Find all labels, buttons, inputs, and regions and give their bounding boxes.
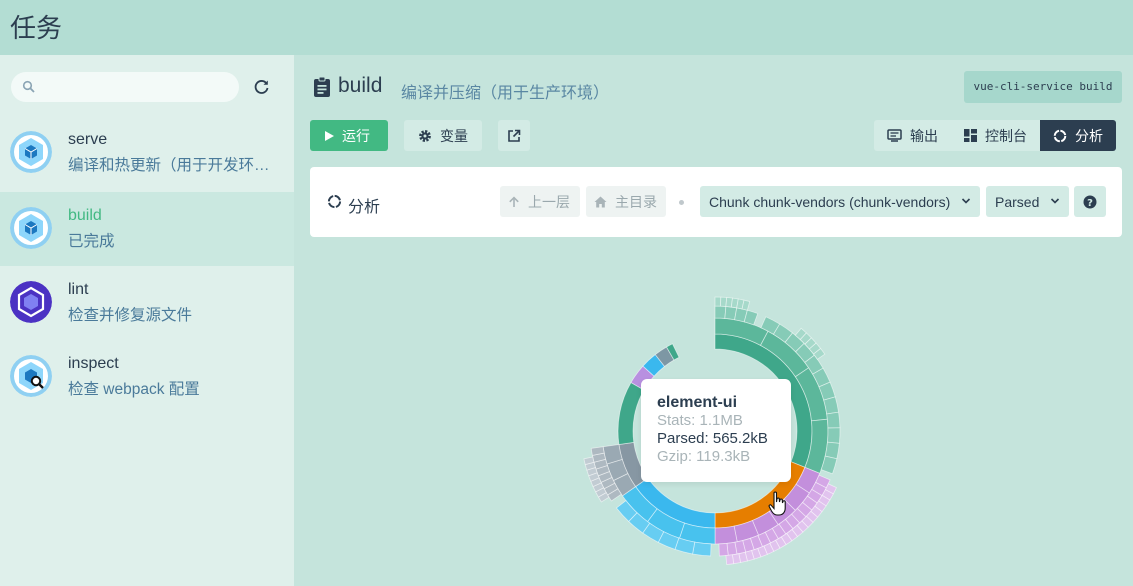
top-bar: 任务 <box>0 0 1133 55</box>
webpack-icon <box>10 207 52 249</box>
sunburst-segment[interactable] <box>826 411 841 429</box>
task-item-inspect[interactable]: inspect 检查 webpack 配置 <box>0 340 294 414</box>
search-input[interactable] <box>11 72 239 102</box>
main-content: build 编译并压缩（用于生产环境） vue-cli-service buil… <box>294 55 1133 586</box>
tooltip-parsed: Parsed: 565.2kB <box>657 430 768 447</box>
hand-cursor-icon <box>768 491 786 516</box>
task-name: inspect <box>68 355 119 372</box>
task-description: 检查 webpack 配置 <box>68 381 200 398</box>
eslint-icon <box>10 281 52 323</box>
tooltip-module-name: element-ui <box>657 394 738 411</box>
sunburst-segment[interactable] <box>718 542 729 557</box>
task-item-serve[interactable]: serve 编译和热更新（用于开发环境） <box>0 116 294 190</box>
sunburst-segment[interactable] <box>827 427 841 444</box>
sunburst-chart[interactable] <box>294 55 1133 586</box>
sunburst-segment[interactable] <box>726 541 738 556</box>
sunburst-segment[interactable] <box>725 554 735 565</box>
sunburst-segment[interactable] <box>714 525 738 545</box>
sidebar: serve 编译和热更新（用于开发环境） build 已完成 lint 检查并修… <box>0 55 294 586</box>
tooltip-gzip: Gzip: 119.3kB <box>657 448 751 465</box>
webpack-icon <box>10 131 52 173</box>
task-name: lint <box>68 281 89 298</box>
page-title: 任务 <box>10 14 63 44</box>
task-description: 检查并修复源文件 <box>68 307 193 324</box>
task-item-build[interactable]: build 已完成 <box>0 192 294 266</box>
sunburst-segment[interactable] <box>692 541 712 557</box>
sunburst-segment[interactable] <box>714 305 727 319</box>
sunburst-segment[interactable] <box>823 396 840 415</box>
chart-tooltip: element-ui Stats: 1.1MB Parsed: 565.2kB … <box>641 379 791 482</box>
task-name: serve <box>68 131 108 148</box>
task-item-lint[interactable]: lint 检查并修复源文件 <box>0 266 294 340</box>
tooltip-stats: Stats: 1.1MB <box>657 412 743 429</box>
task-status: 已完成 <box>68 233 115 250</box>
webpack-inspect-icon <box>10 355 52 397</box>
sunburst-segment[interactable] <box>714 296 722 307</box>
task-name: build <box>68 207 102 224</box>
search-icon <box>22 80 35 93</box>
refresh-icon[interactable] <box>252 77 272 97</box>
task-description: 编译和热更新（用于开发环境） <box>68 157 283 174</box>
